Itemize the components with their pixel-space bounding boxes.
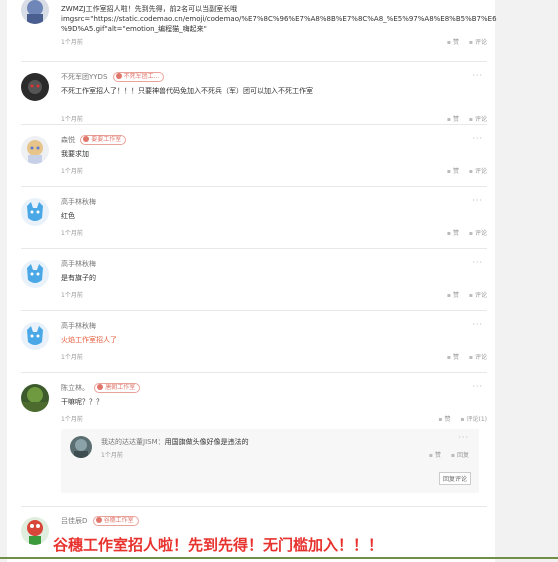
author-line: 陈立林。 唐朝工作室 bbox=[61, 382, 487, 394]
divider bbox=[21, 506, 487, 507]
comment-text: 我要求加 bbox=[61, 150, 89, 158]
avatar[interactable] bbox=[21, 73, 49, 101]
reply-text: 用国旗做头像好像是违法的 bbox=[164, 438, 249, 446]
comment-text: 不死工作室招人了！！！只要神兽代码免加入不死兵（军）团可以加入不死工作室 bbox=[61, 87, 313, 95]
author-name[interactable]: 森悦 bbox=[61, 136, 75, 144]
reply-time: 1个月前 bbox=[101, 452, 123, 459]
studio-badge[interactable]: 不死军团工... bbox=[112, 72, 165, 82]
like-button[interactable]: 赞 bbox=[447, 168, 459, 175]
comment-meta: 1个月前 赞 评论 bbox=[61, 167, 487, 177]
like-button[interactable]: 赞 bbox=[438, 416, 450, 423]
reply-like-button[interactable]: 赞 bbox=[429, 452, 441, 459]
comment-meta: 1个月前 赞 评论 bbox=[61, 38, 487, 48]
divider bbox=[21, 124, 487, 125]
divider bbox=[21, 61, 487, 62]
author-name[interactable]: 陈立林。 bbox=[61, 384, 89, 392]
reply-comment-button[interactable]: 回复评论 bbox=[438, 472, 471, 485]
reply-author[interactable]: 我达的达达董JISM bbox=[101, 438, 158, 446]
comment-meta: 1个月前 赞 评论 bbox=[61, 353, 487, 363]
like-button[interactable]: 赞 bbox=[447, 230, 459, 237]
avatar[interactable] bbox=[21, 260, 49, 288]
author-name[interactable]: 高手林秋梅 bbox=[61, 322, 96, 330]
comment-text: ZWMZJ工作室招人啦！先到先得，前2名可以当副室长哦 imgsrc="http… bbox=[61, 5, 497, 33]
reply-line: 我达的达达董JISM：用国旗做头像好像是违法的 bbox=[101, 438, 249, 446]
avatar[interactable] bbox=[21, 198, 49, 226]
comment-button[interactable]: 评论 bbox=[469, 354, 487, 361]
comment-meta: 1个月前 赞 评论 bbox=[61, 291, 487, 301]
avatar[interactable] bbox=[21, 322, 49, 350]
comment-button[interactable]: 评论 bbox=[469, 292, 487, 299]
avatar[interactable] bbox=[21, 384, 49, 412]
author-name[interactable]: 高手林秋梅 bbox=[61, 198, 96, 206]
divider bbox=[21, 372, 487, 373]
avatar[interactable] bbox=[70, 436, 92, 458]
comment-time: 1个月前 bbox=[61, 230, 83, 237]
reply-box: ··· 我达的达达董JISM：用国旗做头像好像是违法的 1个月前 赞 回复 回复… bbox=[61, 429, 479, 493]
like-button[interactable]: 赞 bbox=[447, 292, 459, 299]
divider bbox=[21, 248, 487, 249]
author-line: 森悦 要要工作室 bbox=[61, 134, 487, 146]
comment-meta: 1个月前 赞 评论 bbox=[61, 229, 487, 239]
comment-time: 1个月前 bbox=[61, 416, 83, 423]
like-button[interactable]: 赞 bbox=[447, 39, 459, 46]
comment-time: 1个月前 bbox=[61, 354, 83, 361]
recruit-headline: 谷穗工作室招人啦！先到先得！无门槛加入！！！ bbox=[53, 536, 384, 554]
comment-text: 红色 bbox=[61, 212, 75, 220]
studio-badge[interactable]: 唐朝工作室 bbox=[94, 383, 141, 393]
avatar[interactable] bbox=[21, 136, 49, 164]
divider bbox=[21, 310, 487, 311]
like-button[interactable]: 赞 bbox=[447, 116, 459, 123]
comment-text: 干嘛呢？？？ bbox=[61, 398, 103, 406]
comment-button[interactable]: 评论 bbox=[469, 39, 487, 46]
author-line: 不死军团YYDS 不死军团工... bbox=[61, 71, 487, 83]
comment-time: 1个月前 bbox=[61, 292, 83, 299]
scrollbar[interactable] bbox=[550, 0, 558, 562]
comment-time: 1个月前 bbox=[61, 39, 83, 46]
avatar[interactable] bbox=[21, 0, 49, 24]
comment-button[interactable]: 评论 bbox=[469, 168, 487, 175]
comment-meta: 1个月前 赞 评论(1) bbox=[61, 415, 487, 425]
author-line: 高手林秋梅 bbox=[61, 258, 487, 270]
divider bbox=[21, 186, 487, 187]
comment-time: 1个月前 bbox=[61, 168, 83, 175]
comment-text: 火焰工作室招人了 bbox=[61, 336, 117, 344]
avatar[interactable] bbox=[21, 517, 49, 545]
studio-badge[interactable]: 谷穗工作室 bbox=[92, 516, 139, 526]
comment-button[interactable]: 评论 bbox=[469, 230, 487, 237]
comment-text: 是有旗子的 bbox=[61, 274, 96, 282]
like-button[interactable]: 赞 bbox=[447, 354, 459, 361]
comment-button[interactable]: 评论 bbox=[469, 116, 487, 123]
reply-reply-button[interactable]: 回复 bbox=[451, 452, 469, 459]
author-name[interactable]: 不死军团YYDS bbox=[61, 73, 107, 81]
reply-meta: 1个月前 赞 回复 bbox=[101, 451, 469, 461]
author-line: 高手林秋梅 bbox=[61, 320, 487, 332]
author-line: 吕佳辰D 谷穗工作室 bbox=[61, 515, 487, 527]
studio-badge[interactable]: 要要工作室 bbox=[80, 135, 127, 145]
author-name[interactable]: 吕佳辰D bbox=[61, 517, 87, 525]
author-name[interactable]: 高手林秋梅 bbox=[61, 260, 96, 268]
comment-time: 1个月前 bbox=[61, 116, 83, 123]
bottom-border bbox=[0, 557, 558, 559]
comment-panel: ZWMZJ工作室招人啦！先到先得，前2名可以当副室长哦 imgsrc="http… bbox=[7, 0, 497, 562]
author-line: 高手林秋梅 bbox=[61, 196, 487, 208]
comment-button[interactable]: 评论(1) bbox=[460, 416, 487, 423]
